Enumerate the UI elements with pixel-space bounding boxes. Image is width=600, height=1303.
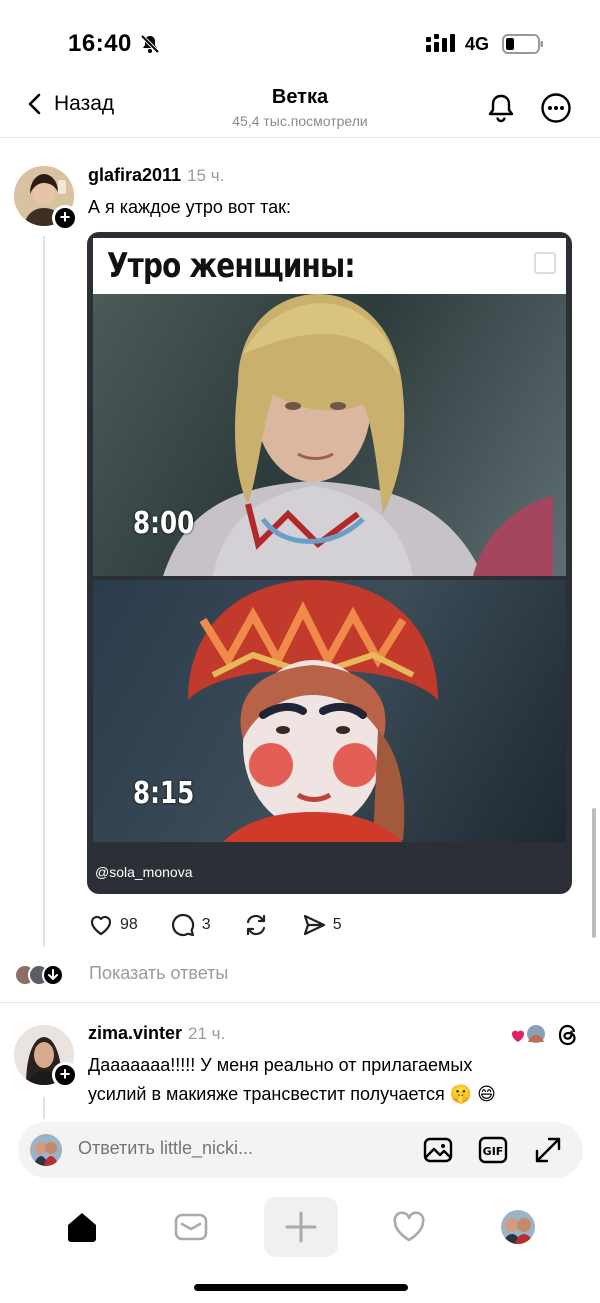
share-button[interactable]: 5: [301, 912, 342, 938]
post-time: 15 ч.: [187, 166, 225, 185]
meme-panel-morning: 8:00: [93, 294, 566, 576]
post-username-row: glafira2011 15 ч.: [88, 165, 224, 186]
plus-icon: [285, 1211, 317, 1243]
heart-icon: [90, 915, 112, 936]
profile-avatar[interactable]: [500, 1209, 536, 1245]
expand-icon[interactable]: [532, 1134, 564, 1166]
meme-watermark: @sola_monova: [95, 864, 193, 880]
threads-logo-icon[interactable]: [555, 1022, 581, 1048]
meme-panel-made-up: 8:15: [93, 580, 566, 842]
reply-text-line-2: усилий в макияже трансвестит получается …: [88, 1084, 496, 1104]
show-replies-link[interactable]: Показать ответы: [89, 963, 228, 984]
follow-plus-badge[interactable]: +: [52, 205, 78, 231]
post-text: А я каждое утро вот так:: [88, 197, 292, 217]
image-select-icon: [534, 252, 556, 274]
activity-heart-icon[interactable]: [391, 1209, 427, 1245]
bell-off-icon: [140, 34, 160, 54]
meme-title: Утро женщины:: [107, 246, 356, 286]
reply-time: 21 ч.: [188, 1024, 226, 1043]
image-attach-icon[interactable]: [422, 1134, 454, 1166]
battery-icon: [502, 34, 543, 54]
expand-replies-icon: [42, 964, 64, 986]
header: Назад Ветка 45,4 тыс.посмотрели: [0, 80, 600, 138]
send-icon: [303, 914, 325, 936]
repost-button[interactable]: [243, 912, 269, 938]
svg-text:GIF: GIF: [483, 1145, 504, 1158]
new-post-button[interactable]: [264, 1197, 338, 1257]
repost-icon: [246, 914, 265, 936]
scroll-indicator[interactable]: [592, 808, 596, 938]
comment-count: 3: [201, 916, 211, 933]
bell-icon[interactable]: [485, 92, 517, 124]
replier-avatars[interactable]: [14, 960, 64, 990]
network-label: 4G: [465, 34, 490, 54]
home-indicator[interactable]: [194, 1284, 408, 1291]
reply-username[interactable]: zima.vinter: [88, 1023, 182, 1043]
signal-icon: [426, 34, 455, 52]
thread-line: [43, 1097, 45, 1119]
comment-button[interactable]: 3: [170, 912, 211, 938]
share-count: 5: [332, 916, 342, 933]
my-avatar: [30, 1134, 62, 1166]
reply-composer[interactable]: GIF: [18, 1122, 583, 1178]
meme-time-1: 8:00: [133, 506, 195, 541]
post-username[interactable]: glafira2011: [88, 165, 181, 185]
thread-line: [43, 236, 45, 946]
inbox-icon[interactable]: [173, 1209, 209, 1245]
comment-icon: [171, 913, 194, 937]
meme-time-2: 8:15: [133, 776, 195, 811]
more-icon[interactable]: [540, 92, 572, 124]
follow-plus-badge[interactable]: +: [52, 1062, 78, 1088]
home-icon[interactable]: [64, 1209, 100, 1245]
divider: [0, 1002, 600, 1003]
like-button[interactable]: 98: [88, 912, 138, 938]
status-time: 16:40: [68, 30, 132, 57]
meme-title-bar: Утро женщины:: [93, 238, 566, 294]
status-bar: 16:40 4G: [0, 0, 600, 80]
reply-input[interactable]: [78, 1138, 378, 1159]
bottom-nav: [0, 1195, 600, 1265]
reply-text-line-1: Дааааааа!!!!! У меня реально от прилагае…: [88, 1055, 473, 1075]
reply-username-row: zima.vinter 21 ч.: [88, 1023, 225, 1044]
post-actions: 98 3 5: [88, 912, 374, 938]
gif-icon[interactable]: GIF: [477, 1134, 509, 1166]
post-image[interactable]: Утро женщины: 8:00 8:15 @sola_monova: [87, 232, 572, 894]
like-count: 98: [120, 916, 138, 933]
reaction-avatars: [512, 1023, 547, 1045]
